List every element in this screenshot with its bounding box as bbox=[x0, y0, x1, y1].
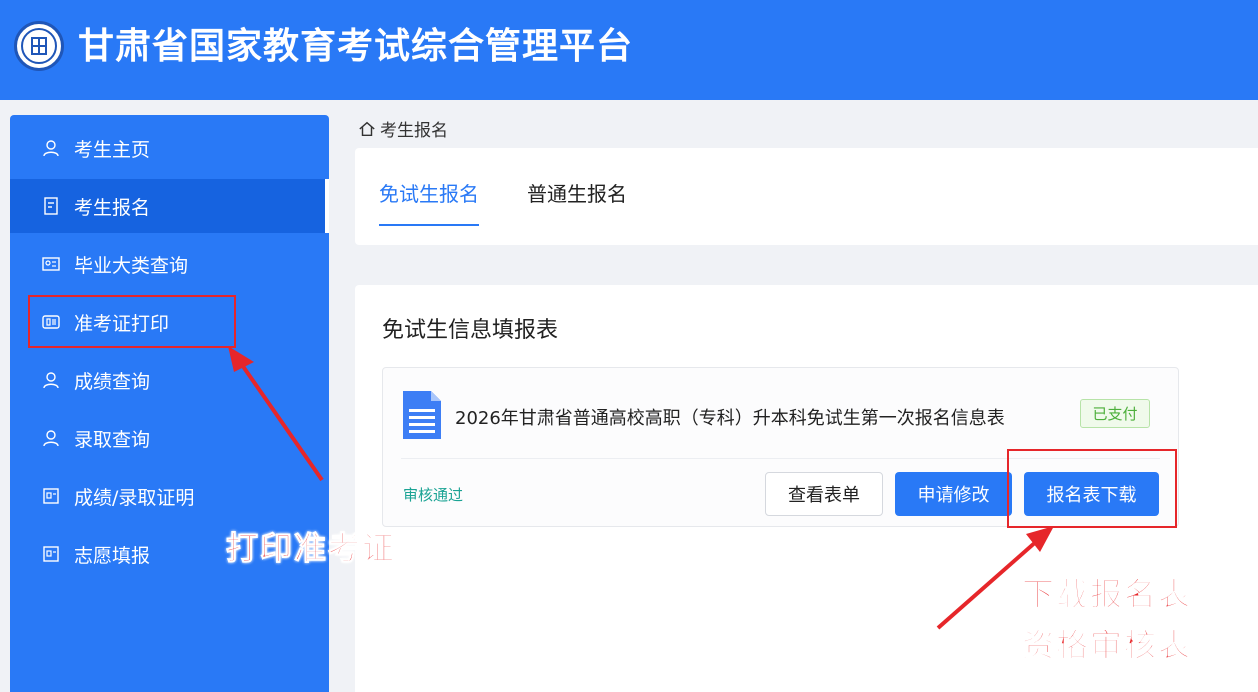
tab-exempt-registration[interactable]: 免试生报名 bbox=[379, 178, 479, 226]
sidebar-item-label: 考生主页 bbox=[74, 138, 151, 161]
annotation-print-ticket: 打印准考证 bbox=[225, 529, 397, 568]
sidebar-item-admission-query[interactable]: 录取查询 bbox=[10, 411, 329, 465]
user-icon bbox=[40, 369, 62, 391]
sidebar-item-score-query[interactable]: 成绩查询 bbox=[10, 353, 329, 407]
document-file-icon bbox=[403, 391, 441, 439]
status-badge: 已支付 bbox=[1080, 399, 1150, 428]
sidebar-item-label: 成绩查询 bbox=[74, 370, 151, 393]
view-form-button[interactable]: 查看表单 bbox=[765, 472, 883, 516]
sidebar-item-label: 毕业大类查询 bbox=[74, 254, 189, 277]
review-status: 审核通过 bbox=[403, 486, 464, 504]
breadcrumb: 考生报名 bbox=[358, 116, 448, 141]
home-icon[interactable] bbox=[358, 120, 376, 138]
sidebar-item-graduate-category[interactable]: 毕业大类查询 bbox=[10, 237, 329, 291]
certificate-icon bbox=[40, 485, 62, 507]
highlight-box-download bbox=[1007, 449, 1177, 528]
sidebar-item-label: 成绩/录取证明 bbox=[74, 486, 195, 509]
tabs-card: 免试生报名 普通生报名 bbox=[355, 148, 1258, 245]
request-edit-button[interactable]: 申请修改 bbox=[895, 472, 1012, 516]
id-card-icon bbox=[40, 253, 62, 275]
sidebar-nav: 考生主页 考生报名 毕业大类查询 准考证打印 成绩查询 录取查询 成绩/录取证明… bbox=[10, 115, 329, 692]
sidebar-item-certificate[interactable]: 成绩/录取证明 bbox=[10, 469, 329, 523]
sidebar-item-label: 考生报名 bbox=[74, 196, 151, 219]
sidebar-item-label: 录取查询 bbox=[74, 428, 151, 451]
tab-regular-registration[interactable]: 普通生报名 bbox=[527, 178, 627, 226]
user-icon bbox=[40, 137, 62, 159]
document-icon bbox=[40, 195, 62, 217]
logo-emblem-icon bbox=[31, 37, 47, 55]
sidebar-item-registration[interactable]: 考生报名 bbox=[10, 179, 329, 233]
sidebar-item-label: 志愿填报 bbox=[74, 544, 151, 567]
section-title: 免试生信息填报表 bbox=[382, 318, 559, 343]
platform-title: 甘肃省国家教育考试综合管理平台 bbox=[78, 26, 634, 67]
breadcrumb-current: 考生报名 bbox=[380, 121, 448, 141]
certificate-icon bbox=[40, 543, 62, 565]
annotation-download-line2: 资格审核表 bbox=[1021, 626, 1193, 665]
sidebar-item-student-home[interactable]: 考生主页 bbox=[10, 121, 329, 175]
annotation-download-line1: 下载报名表 bbox=[1021, 575, 1193, 614]
user-icon bbox=[40, 427, 62, 449]
top-header: 甘肃省国家教育考试综合管理平台 bbox=[0, 0, 1258, 100]
highlight-box-ticket bbox=[28, 295, 236, 348]
platform-logo bbox=[14, 21, 64, 71]
form-name: 2026年甘肃省普通高校高职（专科）升本科免试生第一次报名信息表 bbox=[455, 408, 1005, 429]
